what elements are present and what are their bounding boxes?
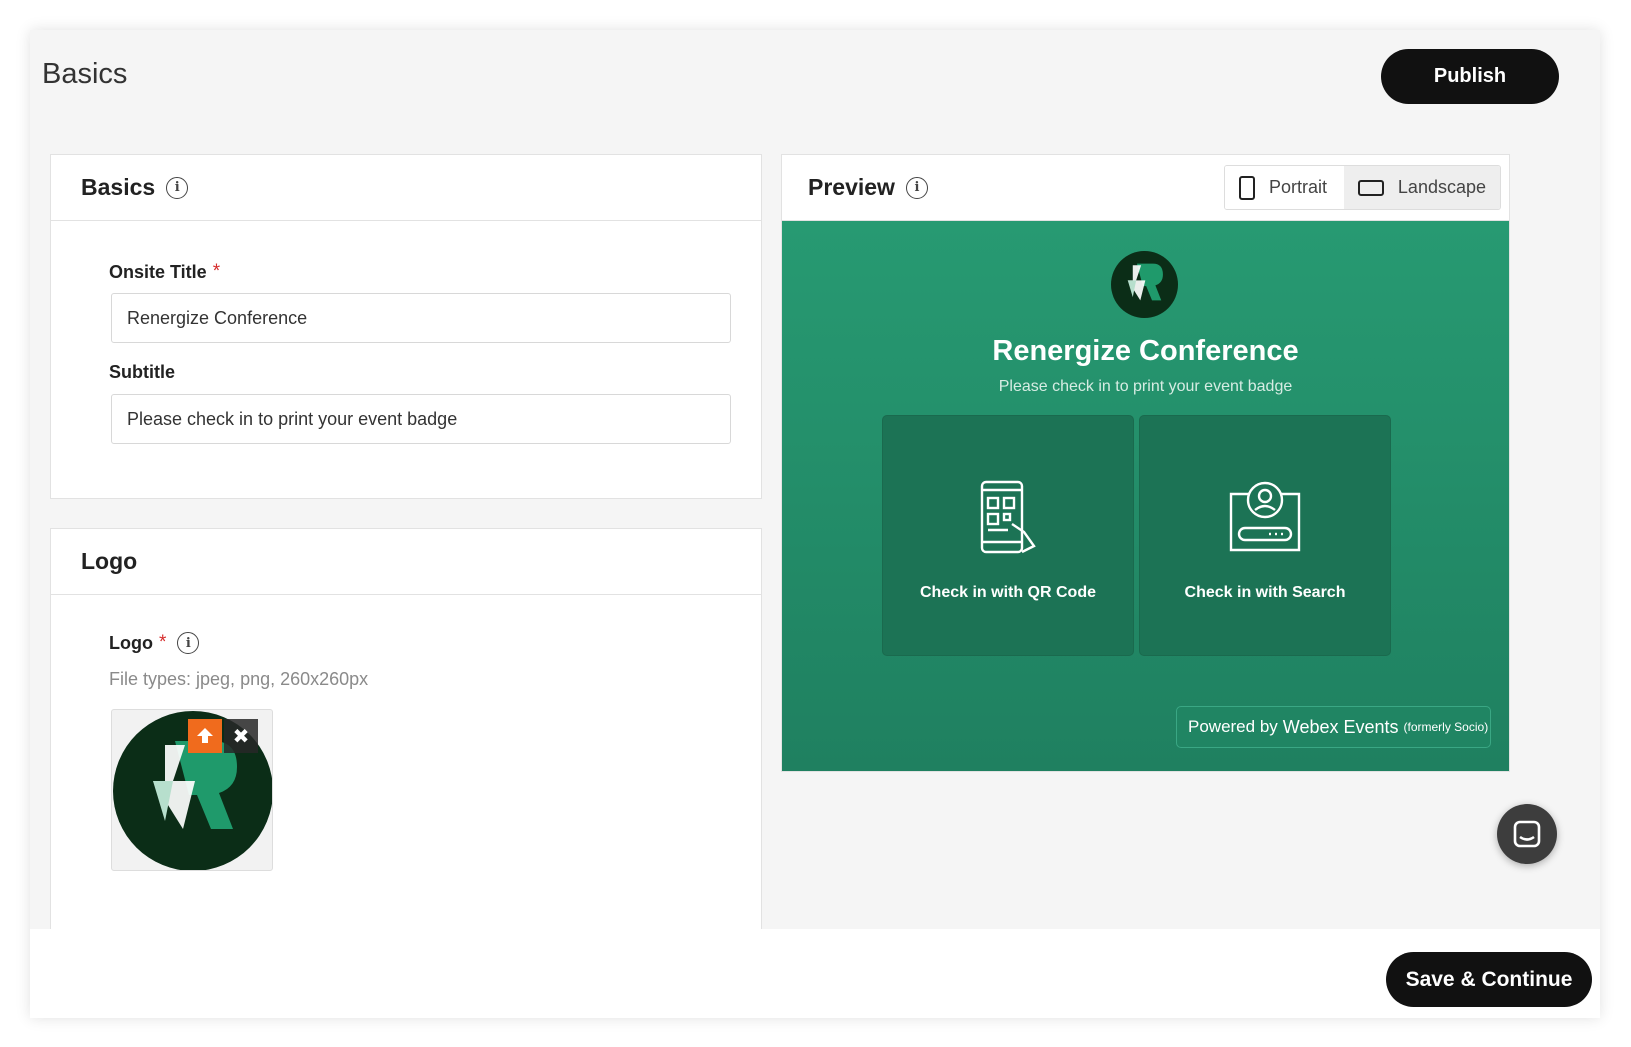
onsite-title-input[interactable] [111, 293, 731, 343]
preview-card-title: Preview [808, 174, 895, 200]
close-icon[interactable]: ✖ [224, 719, 258, 753]
preview-logo [1111, 251, 1178, 318]
subtitle-label: Subtitle [109, 362, 175, 382]
logo-field-label: Logo * i [109, 632, 200, 654]
logo-card: Logo Logo * i File types: jpeg, png, 260… [50, 528, 762, 948]
landscape-label: Landscape [1397, 177, 1486, 197]
basics-card: Basics i Onsite Title * Subtitle [50, 154, 762, 499]
info-icon[interactable]: i [905, 176, 928, 199]
page-title: Basics [42, 58, 128, 90]
preview-subtitle: Please check in to print your event badg… [998, 378, 1293, 395]
publish-button[interactable]: Publish [1381, 49, 1559, 104]
search-checkin-label: Check in with Search [1184, 584, 1346, 601]
orientation-toggle: Portrait Landscape [1224, 165, 1501, 210]
qr-phone-icon [883, 480, 1133, 554]
renergize-logo-icon [1127, 263, 1163, 301]
logo-card-title: Logo [81, 548, 138, 574]
logo-preview[interactable]: ✖ [111, 709, 273, 871]
powered-by-text: Powered by [1188, 717, 1278, 736]
preview-card: Preview i Portrait Landscape Renergize C [781, 154, 1510, 772]
basics-card-header: Basics i [51, 155, 761, 221]
app-window: Basics Publish Basics i Onsite Title * S… [30, 30, 1600, 1018]
logo-field-label-text: Logo [109, 632, 153, 653]
required-asterisk: * [158, 632, 167, 653]
info-icon[interactable]: i [166, 176, 189, 199]
info-icon[interactable]: i [177, 632, 200, 654]
subtitle-input[interactable] [111, 394, 731, 444]
footer-bar: Save & Continue [30, 929, 1600, 1018]
powered-by-badge: Powered by Webex Events (formerly Socio) [1176, 706, 1491, 748]
basics-card-title: Basics [81, 174, 156, 200]
preview-title: Renergize Conference [992, 335, 1299, 367]
portrait-label: Portrait [1269, 177, 1328, 197]
chat-icon[interactable] [1497, 804, 1557, 864]
portrait-toggle[interactable]: Portrait [1225, 166, 1344, 209]
powered-by-brand: Webex Events [1282, 716, 1399, 737]
onsite-title-label-text: Onsite Title [109, 261, 207, 282]
search-checkin-tile[interactable]: Check in with Search [1139, 415, 1391, 656]
onsite-title-label: Onsite Title * [109, 261, 220, 283]
search-person-icon [1140, 480, 1390, 554]
file-types-hint: File types: jpeg, png, 260x260px [109, 669, 369, 689]
upload-icon[interactable] [188, 719, 222, 753]
logo-card-header: Logo [51, 529, 761, 595]
landscape-toggle[interactable]: Landscape [1343, 166, 1500, 209]
powered-by-note: (formerly Socio) [1403, 720, 1489, 734]
qr-checkin-label: Check in with QR Code [919, 584, 1096, 601]
kiosk-preview-screen: Renergize Conference Please check in to … [782, 221, 1509, 771]
required-asterisk: * [212, 261, 221, 282]
phone-portrait-icon [1239, 175, 1255, 200]
qr-checkin-tile[interactable]: Check in with QR Code [882, 415, 1134, 656]
save-continue-button[interactable]: Save & Continue [1386, 952, 1592, 1007]
tablet-landscape-icon [1357, 179, 1384, 196]
